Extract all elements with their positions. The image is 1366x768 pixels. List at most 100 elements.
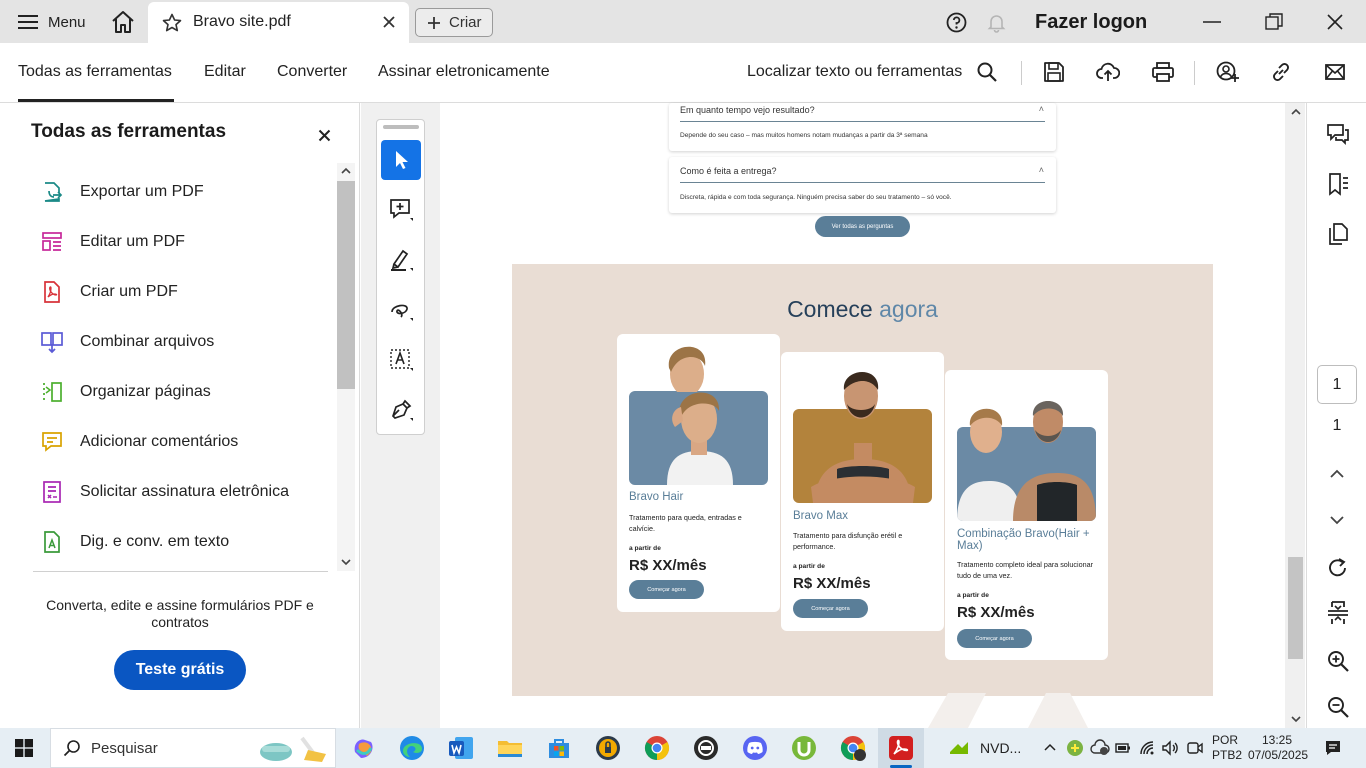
chrome-profile-icon[interactable] — [839, 734, 867, 762]
close-tab-icon[interactable] — [382, 15, 396, 29]
comments-panel-icon[interactable] — [1326, 123, 1350, 147]
word-icon[interactable] — [447, 734, 475, 762]
faq-item[interactable]: Como é feita a entrega? ˄ Discreta, rápi… — [669, 157, 1056, 213]
cta-section: Comece agora Bravo Hair Tratamento para … — [512, 264, 1213, 696]
notification-center-icon[interactable] — [1324, 739, 1342, 757]
chatgpt-app-icon[interactable] — [692, 734, 720, 762]
nvidia-label[interactable]: NVD... — [980, 740, 1021, 756]
battery-tray-icon[interactable] — [1114, 739, 1132, 757]
faq-item[interactable]: Em quanto tempo vejo resultado? ˄ Depend… — [669, 103, 1056, 151]
input-language-indicator[interactable]: POR PTB2 — [1212, 733, 1242, 763]
panel-scroll-thumb[interactable] — [337, 181, 355, 389]
file-explorer-icon[interactable] — [496, 734, 524, 762]
bookmarks-icon[interactable] — [1326, 172, 1350, 196]
drag-handle[interactable] — [383, 125, 419, 129]
draw-tool[interactable] — [381, 290, 421, 330]
chrome-icon[interactable] — [643, 734, 671, 762]
product-name: Bravo Max — [793, 510, 848, 522]
copilot-icon[interactable] — [349, 734, 377, 762]
show-hidden-icons-icon[interactable] — [1044, 743, 1056, 752]
tab-edit[interactable]: Editar — [204, 63, 246, 81]
scroll-up-icon[interactable] — [1291, 108, 1301, 116]
windows-start-icon[interactable] — [15, 739, 33, 757]
tool-label: Solicitar assinatura eletrônica — [80, 483, 289, 500]
cloud-sync-tray-icon[interactable] — [1090, 739, 1110, 757]
tab-all-tools[interactable]: Todas as ferramentas — [18, 63, 172, 81]
cta-title: Comece agora — [512, 296, 1213, 323]
tool-organize-pages[interactable]: Organizar páginas — [40, 377, 211, 407]
highlight-tool[interactable] — [381, 240, 421, 280]
scroll-up-icon[interactable] — [341, 167, 351, 175]
scroll-down-icon[interactable] — [341, 558, 351, 566]
close-panel-icon[interactable] — [318, 129, 331, 142]
free-trial-button[interactable]: Teste grátis — [114, 650, 246, 690]
tab-sign[interactable]: Assinar eletronicamente — [378, 63, 550, 81]
faq-answer: Discreta, rápida e com toda segurança. N… — [680, 194, 952, 201]
help-icon[interactable] — [946, 12, 967, 33]
start-now-button[interactable]: Começar agora — [629, 580, 704, 599]
faq-question: Como é feita a entrega? — [680, 166, 777, 176]
save-icon[interactable] — [1043, 61, 1065, 83]
add-comment-tool[interactable] — [381, 190, 421, 230]
clock-time: 13:25 — [1261, 733, 1293, 747]
start-now-button[interactable]: Começar agora — [793, 599, 868, 618]
wifi-icon[interactable] — [1138, 739, 1156, 757]
find-tools-label[interactable]: Localizar texto ou ferramentas — [747, 63, 962, 81]
tool-combine-files[interactable]: Combinar arquivos — [40, 327, 214, 357]
search-icon[interactable] — [976, 61, 998, 83]
nvidia-icon[interactable] — [948, 740, 970, 756]
tool-export-pdf[interactable]: Exportar um PDF — [40, 177, 204, 207]
tab-convert[interactable]: Converter — [277, 63, 347, 81]
page-fit-icon[interactable] — [1326, 600, 1350, 624]
discord-icon[interactable] — [741, 734, 769, 762]
cursor-arrow-icon — [396, 151, 408, 169]
notifications-bell-icon[interactable] — [986, 12, 1007, 33]
select-tool[interactable] — [381, 140, 421, 180]
utorrent-icon[interactable] — [790, 734, 818, 762]
system-clock[interactable]: 13:25 07/05/2025 — [1248, 733, 1308, 763]
previous-page-icon[interactable] — [1329, 469, 1345, 479]
minimize-icon[interactable] — [1202, 12, 1222, 32]
home-button[interactable] — [110, 9, 136, 35]
zoom-out-icon[interactable] — [1326, 695, 1350, 719]
page-thumbnails-icon[interactable] — [1326, 222, 1350, 246]
meet-now-icon[interactable] — [1186, 739, 1204, 757]
toolbar-divider — [1021, 61, 1022, 85]
volume-icon[interactable] — [1161, 739, 1179, 757]
print-icon[interactable] — [1151, 61, 1175, 83]
refresh-icon[interactable] — [1326, 556, 1350, 580]
view-all-questions-button[interactable]: Ver todas as perguntas — [815, 216, 910, 237]
tool-edit-pdf[interactable]: Editar um PDF — [40, 227, 185, 257]
acrobat-taskbar-button[interactable] — [878, 728, 924, 768]
share-user-icon[interactable] — [1216, 61, 1240, 83]
faq-answer: Depende do seu caso – mas muitos homens … — [680, 132, 928, 139]
antivirus-tray-icon[interactable] — [1066, 739, 1084, 757]
tool-request-signature[interactable]: Solicitar assinatura eletrônica — [40, 477, 289, 507]
email-icon[interactable] — [1324, 61, 1346, 83]
star-icon[interactable] — [162, 13, 182, 33]
next-page-icon[interactable] — [1329, 515, 1345, 525]
upload-cloud-icon[interactable] — [1096, 61, 1120, 83]
edge-browser-icon[interactable] — [398, 734, 426, 762]
link-icon[interactable] — [1270, 61, 1292, 83]
document-scroll-thumb[interactable] — [1288, 557, 1303, 659]
sign-tool[interactable] — [381, 390, 421, 430]
create-button[interactable]: Criar — [415, 8, 493, 37]
document-tab[interactable]: Bravo site.pdf — [148, 2, 409, 43]
close-window-icon[interactable] — [1325, 12, 1345, 32]
microsoft-store-icon[interactable] — [545, 734, 573, 762]
tool-label: Organizar páginas — [80, 383, 211, 400]
zoom-in-icon[interactable] — [1326, 649, 1350, 673]
tool-create-pdf[interactable]: Criar um PDF — [40, 277, 178, 307]
tool-add-comments[interactable]: Adicionar comentários — [40, 427, 238, 457]
restore-window-icon[interactable] — [1264, 12, 1284, 32]
sign-in-link[interactable]: Fazer logon — [1035, 11, 1147, 34]
start-now-button[interactable]: Começar agora — [957, 629, 1032, 648]
vpn-shield-icon[interactable] — [594, 734, 622, 762]
panel-title: Todas as ferramentas — [31, 121, 227, 142]
scroll-down-icon[interactable] — [1291, 715, 1301, 723]
tool-scan-ocr[interactable]: Dig. e conv. em texto — [40, 527, 229, 557]
current-page-input[interactable]: 1 — [1317, 365, 1357, 404]
menu-button[interactable]: Menu — [18, 10, 86, 34]
text-box-tool[interactable] — [381, 340, 421, 380]
